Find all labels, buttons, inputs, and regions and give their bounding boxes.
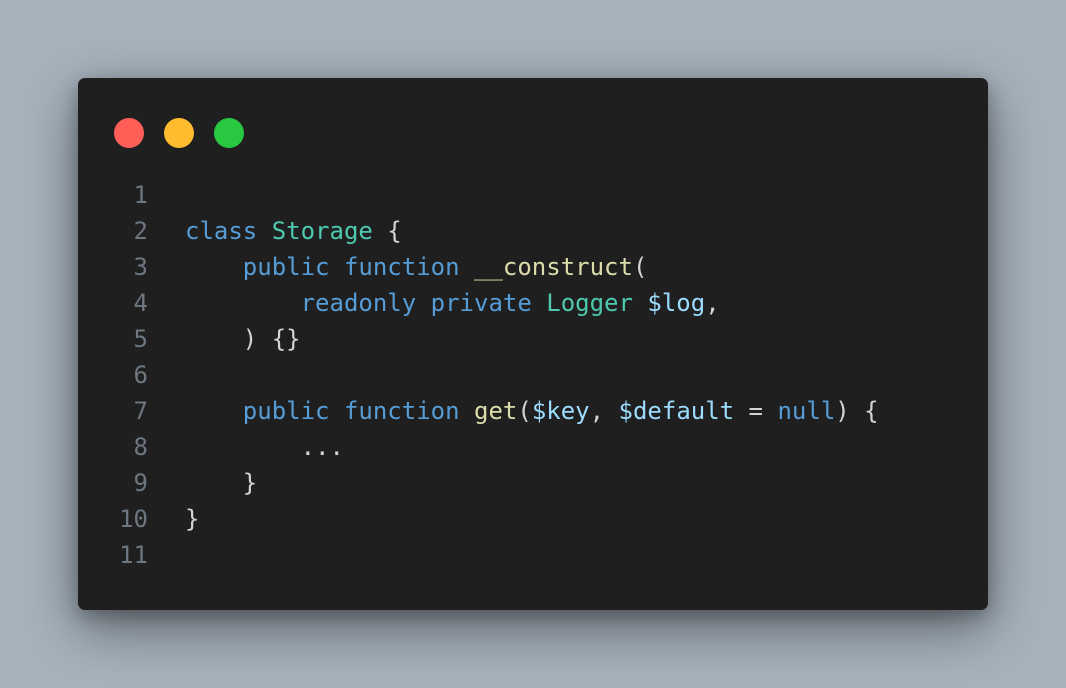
code-token: Storage	[271, 217, 373, 245]
code-window: 1 2 class Storage {3 public function __con…	[78, 78, 988, 610]
code-token: get	[474, 397, 518, 425]
code-line: 4 readonly private Logger $log,	[78, 285, 988, 321]
code-token: function	[343, 397, 460, 425]
code-token: ,	[705, 289, 720, 317]
code-token: public	[242, 253, 330, 281]
code-line: 7 public function get($key, $default = n…	[78, 393, 988, 429]
line-number: 3	[133, 253, 148, 281]
code-token: readonly	[300, 289, 417, 317]
line-number: 5	[133, 325, 148, 353]
line-text: ) {}	[185, 321, 301, 357]
line-text: ...	[185, 429, 344, 465]
code-token: $default	[618, 397, 735, 425]
line-text: public function get($key, $default = nul…	[185, 393, 879, 429]
code-line: 3 public function __construct(	[78, 249, 988, 285]
code-line: 5 ) {}	[78, 321, 988, 357]
close-button[interactable]	[114, 118, 144, 148]
line-number: 6	[133, 361, 148, 389]
code-token: __construct	[474, 253, 633, 281]
line-number: 7	[133, 397, 148, 425]
code-token: public	[242, 397, 330, 425]
maximize-button[interactable]	[214, 118, 244, 148]
line-text: }	[185, 465, 257, 501]
line-number: 4	[133, 289, 148, 317]
code-line: 10}	[78, 501, 988, 537]
code-token: (	[632, 253, 648, 281]
code-token: =	[734, 397, 778, 425]
code-editor: 1 2 class Storage {3 public function __con…	[78, 177, 988, 573]
line-number: 9	[133, 469, 148, 497]
line-text: class Storage {	[185, 213, 402, 249]
code-line: 8 ...	[78, 429, 988, 465]
code-token: null	[777, 397, 836, 425]
line-number: 8	[133, 433, 148, 461]
code-token: }	[185, 505, 200, 533]
code-line: 6	[78, 357, 988, 393]
line-number: 11	[119, 541, 148, 569]
code-line: 11	[78, 537, 988, 573]
code-token: ...	[185, 433, 344, 461]
line-number: 10	[119, 505, 148, 533]
code-token: ) {	[835, 397, 879, 425]
code-token: $log	[647, 289, 706, 317]
minimize-button[interactable]	[164, 118, 194, 148]
line-text: public function __construct(	[185, 249, 648, 285]
line-number: 1	[133, 181, 148, 209]
code-token: function	[343, 253, 460, 281]
code-token: class	[185, 217, 258, 245]
line-text: }	[185, 501, 199, 537]
line-number: 2	[133, 217, 148, 245]
code-token: Logger	[546, 289, 633, 317]
code-token: ) {}	[185, 325, 301, 353]
code-token: }	[185, 469, 258, 497]
line-text: readonly private Logger $log,	[185, 285, 720, 321]
code-token: $key	[531, 397, 590, 425]
code-token: ,	[589, 397, 619, 425]
code-line: 2 class Storage {	[78, 213, 988, 249]
code-line: 9 }	[78, 465, 988, 501]
code-line: 1	[78, 177, 988, 213]
code-token: {	[372, 217, 402, 245]
code-token: (	[517, 397, 532, 425]
code-token: private	[430, 289, 532, 317]
